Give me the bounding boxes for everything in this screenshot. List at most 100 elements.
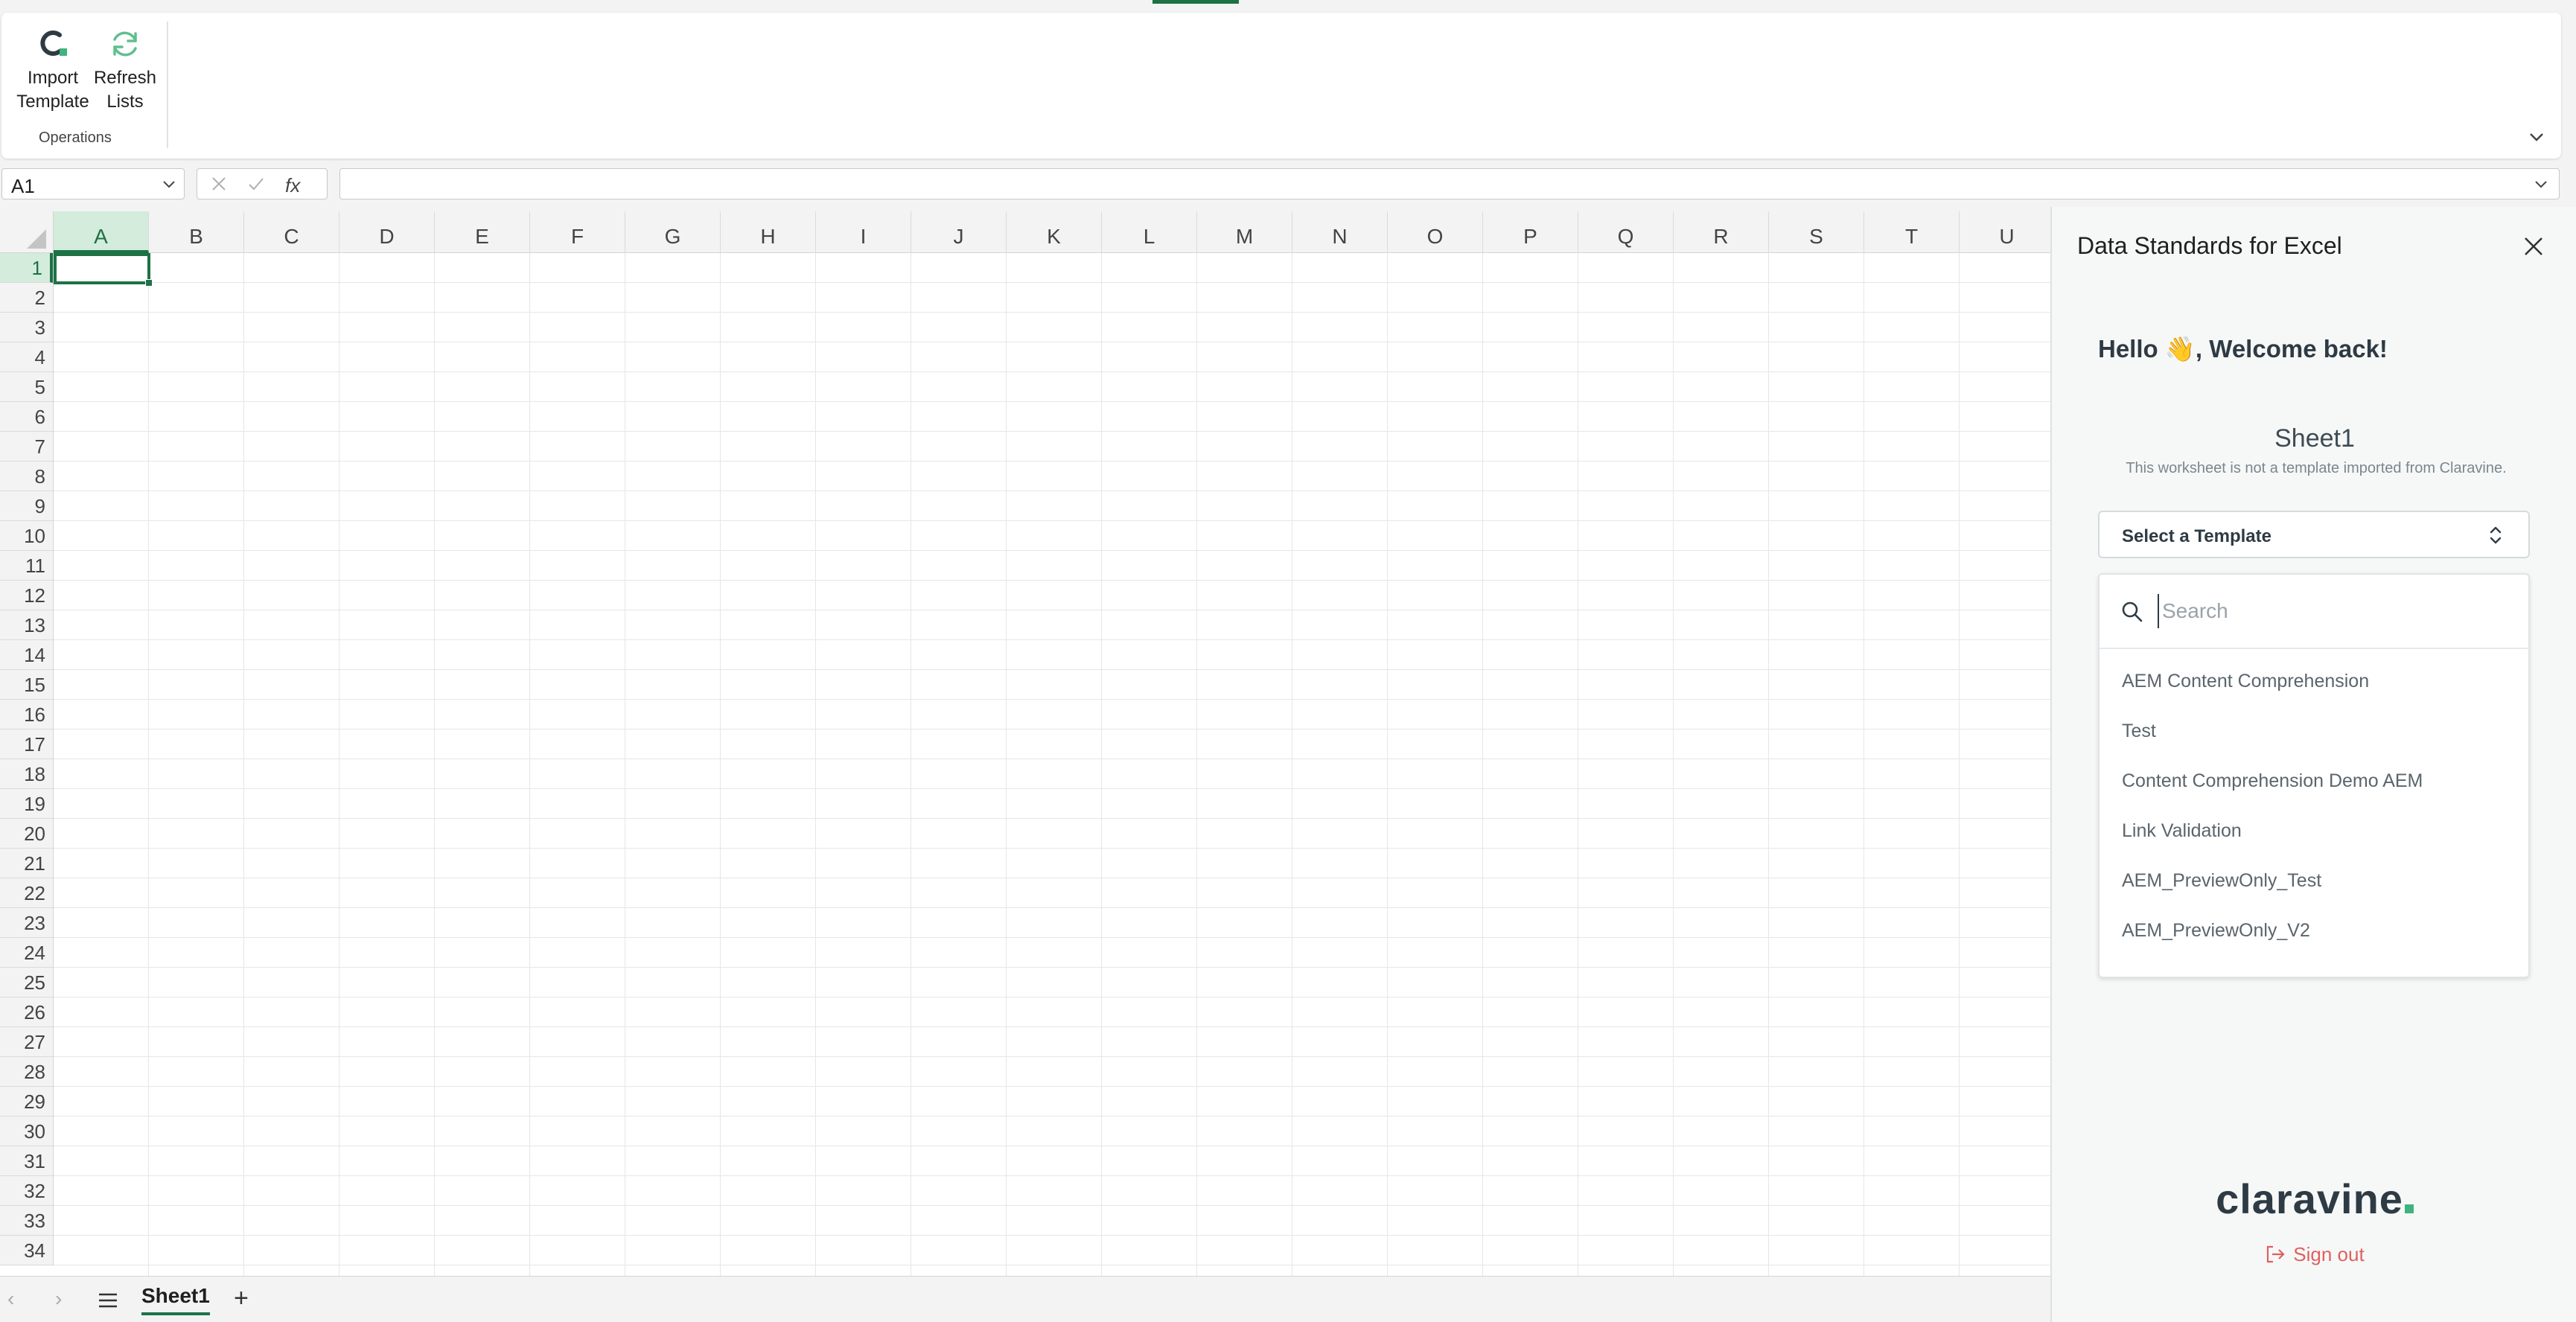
column-header[interactable]: L xyxy=(1102,211,1197,253)
row-header[interactable]: 21 xyxy=(0,849,53,878)
column-header[interactable]: B xyxy=(149,211,244,253)
column-header[interactable]: N xyxy=(1292,211,1388,253)
row-header[interactable]: 28 xyxy=(0,1057,53,1087)
row-header[interactable]: 9 xyxy=(0,491,53,521)
column-header[interactable]: A xyxy=(54,211,149,253)
row-header[interactable]: 24 xyxy=(0,938,53,968)
logo-dot xyxy=(2404,1204,2414,1213)
template-option[interactable]: Content Comprehension Demo AEM xyxy=(2100,770,2528,820)
template-option[interactable]: AEM_PreviewOnly_Test xyxy=(2100,869,2528,919)
cells[interactable] xyxy=(54,253,2050,1276)
column-header[interactable]: M xyxy=(1197,211,1292,253)
row-header[interactable]: 34 xyxy=(0,1236,53,1265)
select-all-corner[interactable] xyxy=(0,211,54,253)
sheet-tab-sheet1[interactable]: Sheet1 xyxy=(141,1284,210,1315)
row-header[interactable]: 20 xyxy=(0,819,53,849)
row-header[interactable]: 22 xyxy=(0,878,53,908)
row-header[interactable]: 8 xyxy=(0,462,53,491)
current-sheet-name: Sheet1 xyxy=(2274,424,2355,453)
template-option[interactable]: AEM Content Comprehension xyxy=(2100,670,2528,720)
enter-check-icon[interactable] xyxy=(246,174,266,197)
refresh-label-line1: Refresh xyxy=(93,68,157,88)
row-header[interactable]: 18 xyxy=(0,759,53,789)
row-header[interactable]: 15 xyxy=(0,670,53,700)
column-header[interactable]: G xyxy=(625,211,721,253)
column-header[interactable]: P xyxy=(1483,211,1578,253)
row-header[interactable]: 12 xyxy=(0,581,53,610)
row-header[interactable]: 30 xyxy=(0,1117,53,1146)
column-header[interactable]: R xyxy=(1674,211,1769,253)
active-ribbon-tab-indicator xyxy=(1152,0,1239,4)
row-header[interactable]: 6 xyxy=(0,402,53,432)
all-sheets-menu-icon[interactable] xyxy=(97,1291,119,1309)
claravine-logo: claravine xyxy=(2052,1175,2576,1223)
column-header[interactable]: E xyxy=(435,211,530,253)
row-header[interactable]: 26 xyxy=(0,997,53,1027)
column-header[interactable]: I xyxy=(816,211,911,253)
row-header[interactable]: 13 xyxy=(0,610,53,640)
column-header[interactable]: S xyxy=(1769,211,1864,253)
column-header[interactable]: Q xyxy=(1578,211,1674,253)
prev-sheet-chevron-left-icon[interactable]: ‹ xyxy=(7,1287,14,1311)
import-template-button[interactable]: Import Template xyxy=(12,26,94,114)
row-header[interactable]: 27 xyxy=(0,1027,53,1057)
row-header[interactable]: 1 xyxy=(0,253,53,283)
row-header[interactable]: 31 xyxy=(0,1146,53,1176)
column-header[interactable]: O xyxy=(1388,211,1483,253)
column-header[interactable]: C xyxy=(244,211,339,253)
template-option[interactable]: AEM_PreviewOnly_V2 xyxy=(2100,919,2528,969)
import-label-line1: Import xyxy=(27,68,78,88)
sign-out-link[interactable]: Sign out xyxy=(2052,1243,2576,1266)
template-dropdown: AEM Content Comprehension Test Content C… xyxy=(2098,573,2530,978)
sign-out-icon xyxy=(2267,1245,2285,1263)
template-option[interactable]: Link Validation xyxy=(2100,820,2528,869)
name-box[interactable]: A1 xyxy=(1,168,185,199)
row-header[interactable]: 7 xyxy=(0,432,53,462)
ribbon-expand-chevron-icon[interactable] xyxy=(2525,126,2548,148)
formula-bar: A1 fx xyxy=(0,165,2576,204)
row-header[interactable]: 17 xyxy=(0,729,53,759)
row-header[interactable]: 2 xyxy=(0,283,53,313)
task-pane-title: Data Standards for Excel xyxy=(2077,232,2342,259)
template-search xyxy=(2100,575,2528,649)
template-select[interactable]: Select a Template xyxy=(2098,511,2530,558)
column-header[interactable]: D xyxy=(339,211,435,253)
refresh-label-line2: Lists xyxy=(106,92,144,112)
column-header[interactable]: H xyxy=(721,211,816,253)
next-sheet-chevron-right-icon[interactable]: › xyxy=(55,1287,62,1311)
active-cell-a1[interactable] xyxy=(54,253,153,287)
column-header[interactable]: J xyxy=(911,211,1007,253)
column-header[interactable]: K xyxy=(1007,211,1102,253)
template-option[interactable]: Test xyxy=(2100,720,2528,770)
column-headers: ABCDEFGHIJKLMNOPQRSTU xyxy=(54,211,2050,253)
row-header[interactable]: 25 xyxy=(0,968,53,997)
row-header[interactable]: 11 xyxy=(0,551,53,581)
column-header[interactable]: F xyxy=(530,211,625,253)
row-header[interactable]: 33 xyxy=(0,1206,53,1236)
worksheet-grid[interactable]: ABCDEFGHIJKLMNOPQRSTU 1 2 3 4 5 6 7 8 9 10 11 12 13 1… xyxy=(0,211,2050,1276)
expand-formula-bar-icon[interactable] xyxy=(2532,175,2550,193)
search-input[interactable] xyxy=(2158,594,2500,628)
insert-function-button[interactable]: fx xyxy=(285,174,300,197)
row-header[interactable]: 10 xyxy=(0,521,53,551)
row-header[interactable]: 32 xyxy=(0,1176,53,1206)
chevron-up-down-icon xyxy=(2490,526,2502,544)
row-header[interactable]: 16 xyxy=(0,700,53,729)
welcome-greeting: Hello 👋, Welcome back! xyxy=(2098,335,2388,363)
row-header[interactable]: 23 xyxy=(0,908,53,938)
row-header[interactable]: 19 xyxy=(0,789,53,819)
row-header[interactable]: 3 xyxy=(0,313,53,342)
close-icon[interactable] xyxy=(2521,234,2546,259)
row-headers: 1 2 3 4 5 6 7 8 9 10 11 12 13 14 15 16 17 18 19 20 21 22 23 24 2… xyxy=(0,253,54,1265)
row-header[interactable]: 4 xyxy=(0,342,53,372)
cancel-icon[interactable] xyxy=(209,174,229,197)
row-header[interactable]: 29 xyxy=(0,1087,53,1117)
row-header[interactable]: 14 xyxy=(0,640,53,670)
column-header[interactable]: U xyxy=(1960,211,2050,253)
column-header[interactable]: T xyxy=(1864,211,1960,253)
refresh-lists-button[interactable]: Refresh Lists xyxy=(88,26,162,114)
add-sheet-button[interactable]: + xyxy=(234,1284,249,1313)
formula-input[interactable] xyxy=(339,168,2560,199)
name-box-value: A1 xyxy=(11,175,35,197)
row-header[interactable]: 5 xyxy=(0,372,53,402)
